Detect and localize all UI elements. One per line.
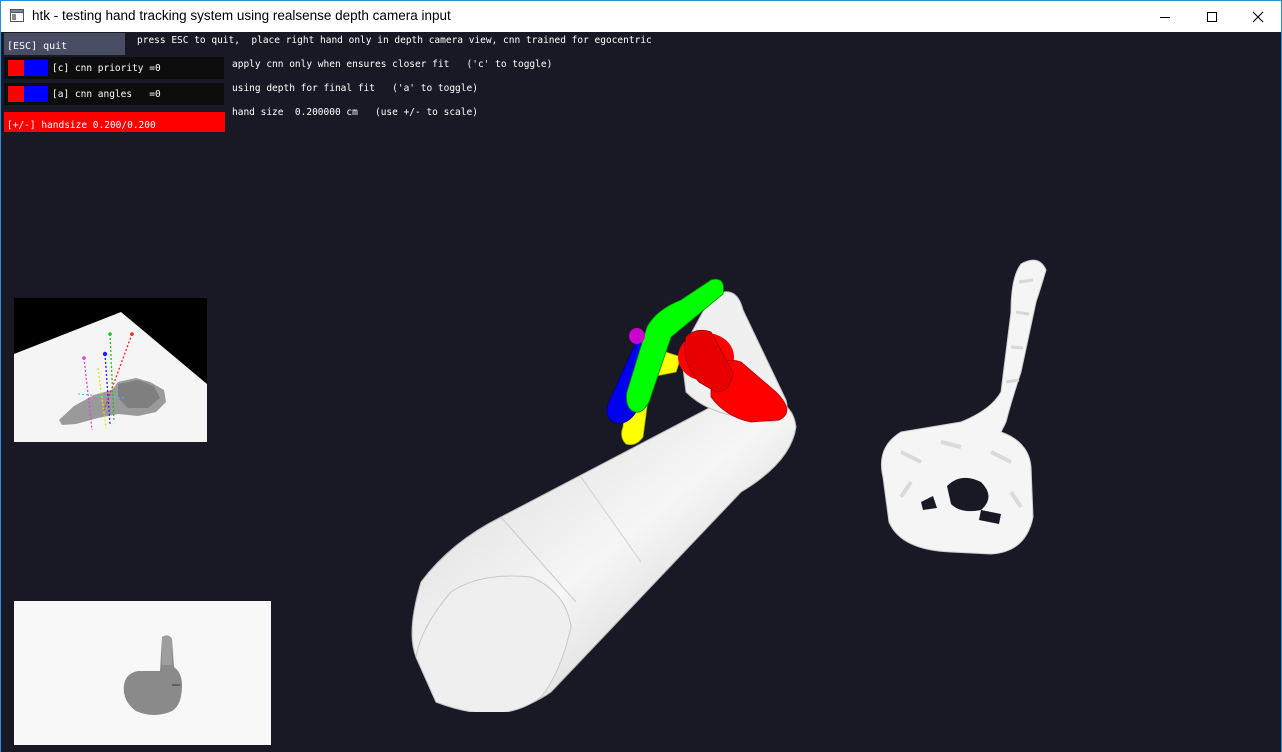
minimize-icon bbox=[1160, 16, 1170, 18]
toggle-swatch-red bbox=[8, 86, 24, 102]
window-title: htk - testing hand tracking system using… bbox=[32, 8, 451, 23]
handsize-slider[interactable]: [+/-] handsize 0.200/0.200 bbox=[4, 112, 225, 132]
toggle-cnn-angles[interactable]: [a] cnn angles =0 bbox=[4, 83, 224, 105]
toggle-label: [a] cnn angles =0 bbox=[52, 89, 161, 100]
close-button[interactable] bbox=[1235, 1, 1281, 32]
point-cloud-view bbox=[881, 259, 1047, 555]
info-line-cnn: apply cnn only when ensures closer fit (… bbox=[232, 59, 553, 70]
segmented-hand-view bbox=[14, 601, 271, 745]
title-bar[interactable]: htk - testing hand tracking system using… bbox=[1, 1, 1281, 32]
maximize-icon bbox=[1207, 11, 1217, 22]
toggle-cnn-priority[interactable]: [c] cnn priority =0 bbox=[4, 57, 224, 79]
info-line-instructions: press ESC to quit, place right hand only… bbox=[137, 35, 652, 46]
render-viewport[interactable]: [ESC] quit [c] cnn priority =0 [a] cnn a… bbox=[1, 32, 1281, 752]
toggle-swatch-blue bbox=[24, 86, 48, 102]
toggle-swatch-blue bbox=[24, 60, 48, 76]
depth-camera-view bbox=[14, 298, 207, 442]
toggle-swatch-red bbox=[8, 60, 24, 76]
maximize-button[interactable] bbox=[1189, 1, 1235, 32]
info-line-handsize: hand size 0.200000 cm (use +/- to scale) bbox=[232, 107, 478, 118]
esc-quit-button[interactable]: [ESC] quit bbox=[4, 33, 125, 55]
toggle-label: [c] cnn priority =0 bbox=[52, 63, 161, 74]
info-line-depth: using depth for final fit ('a' to toggle… bbox=[232, 83, 478, 94]
hand-model-3d bbox=[411, 278, 797, 712]
window-app-icon bbox=[10, 9, 24, 22]
minimize-button[interactable] bbox=[1142, 1, 1188, 32]
close-icon bbox=[1252, 11, 1264, 22]
app-window: htk - testing hand tracking system using… bbox=[0, 0, 1282, 752]
